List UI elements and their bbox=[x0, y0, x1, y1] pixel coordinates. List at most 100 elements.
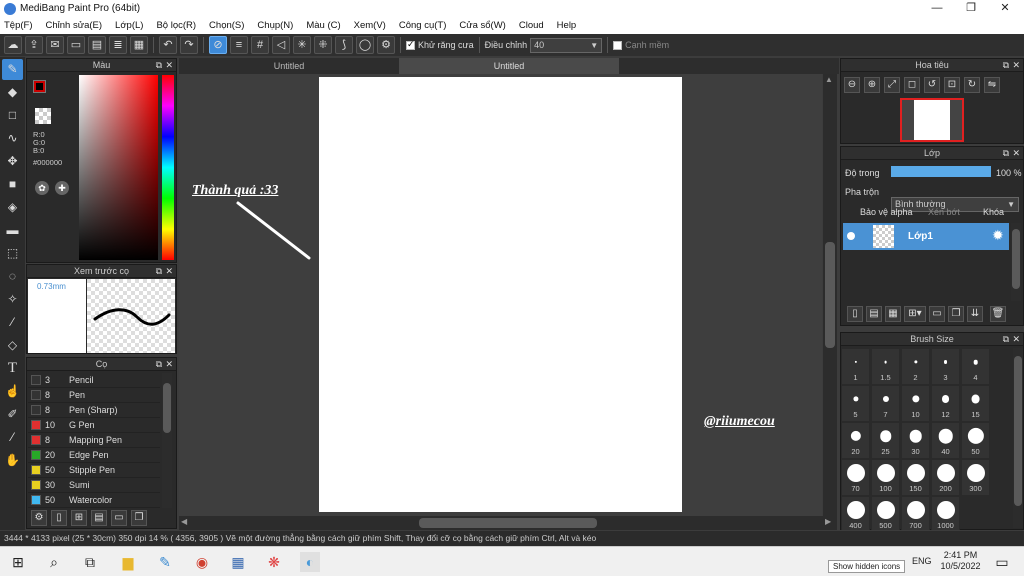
popout-icon[interactable]: ⧉ bbox=[1003, 147, 1009, 160]
navigator-thumbnail[interactable] bbox=[900, 98, 964, 142]
menu-color[interactable]: Màu (C) bbox=[306, 20, 340, 31]
rotate-left-icon[interactable]: ↺ bbox=[924, 77, 940, 93]
menu-filter[interactable]: Bộ lọc(R) bbox=[156, 20, 196, 31]
zoom-in-icon[interactable]: ⊕ bbox=[864, 77, 880, 93]
rectangle-tool-icon[interactable]: □ bbox=[2, 105, 23, 126]
brush-size-cell[interactable]: 30 bbox=[901, 422, 930, 459]
brush-list-item[interactable]: 8 Pen bbox=[28, 388, 160, 403]
popout-icon[interactable]: ⧉ bbox=[156, 358, 162, 371]
menu-edit[interactable]: Chỉnh sửa(E) bbox=[46, 20, 103, 31]
menu-cloud[interactable]: Cloud bbox=[519, 20, 544, 31]
folder-icon[interactable]: ▭ bbox=[111, 510, 127, 526]
select-tool-icon[interactable]: ⬚ bbox=[2, 243, 23, 264]
brush-list-item[interactable]: 50 Watercolor bbox=[28, 493, 160, 508]
document-icon[interactable]: ▤ bbox=[88, 36, 106, 54]
scroll-left-icon[interactable]: ◀ bbox=[181, 517, 187, 526]
eyedropper-tool-icon[interactable]: ⁄ bbox=[2, 427, 23, 448]
popout-icon[interactable]: ⧉ bbox=[1003, 59, 1009, 72]
clock[interactable]: 2:41 PM 10/5/2022 bbox=[938, 550, 983, 572]
brush-size-cell[interactable]: 1 bbox=[841, 348, 870, 385]
bucket-tool-icon[interactable]: ◈ bbox=[2, 197, 23, 218]
tab-untitled-1[interactable]: Untitled bbox=[179, 58, 399, 74]
scroll-right-icon[interactable]: ▶ bbox=[825, 517, 831, 526]
task-view-icon[interactable]: ⧉ bbox=[80, 552, 100, 572]
paint-app-icon[interactable]: ✎ bbox=[155, 552, 175, 572]
close-panel-icon[interactable]: ✕ bbox=[1012, 59, 1020, 72]
brush-tool-icon[interactable]: ✎ bbox=[2, 59, 23, 80]
palette-icon[interactable]: ✿ bbox=[35, 181, 49, 195]
copy-brush-icon[interactable]: ▤ bbox=[91, 510, 107, 526]
medibang-icon[interactable]: ◐ bbox=[300, 552, 320, 572]
message-icon[interactable]: ▭ bbox=[67, 36, 85, 54]
soft-edge-checkbox[interactable] bbox=[613, 40, 623, 50]
antialias-checkbox[interactable] bbox=[406, 39, 415, 50]
add-layer-menu-icon[interactable]: ⊞▾ bbox=[904, 306, 926, 322]
parallel-snap-icon[interactable]: ≡ bbox=[230, 36, 248, 54]
brush-list-item[interactable]: 50 Stipple Pen bbox=[28, 463, 160, 478]
circle-snap-icon[interactable]: ◯ bbox=[356, 36, 374, 54]
add-brush-icon[interactable]: ⊞ bbox=[71, 510, 87, 526]
brush-size-cell[interactable]: 7 bbox=[871, 385, 900, 422]
close-button[interactable]: ✕ bbox=[988, 0, 1022, 17]
cross-snap-icon[interactable]: # bbox=[251, 36, 269, 54]
new-layer-icon[interactable]: ▯ bbox=[847, 306, 863, 322]
brush-size-cell[interactable]: 25 bbox=[871, 422, 900, 459]
divide-tool-icon[interactable]: ✐ bbox=[2, 404, 23, 425]
vertical-scrollbar[interactable]: ▲ bbox=[823, 74, 837, 516]
layer-scrollbar[interactable] bbox=[1011, 223, 1021, 301]
saturation-value-picker[interactable] bbox=[79, 75, 158, 260]
gradient-tool-icon[interactable]: ▬ bbox=[2, 220, 23, 241]
minimize-button[interactable]: — bbox=[920, 0, 954, 17]
horizontal-scrollbar[interactable]: ◀ ▶ bbox=[179, 516, 837, 530]
cloud-icon[interactable]: ☁ bbox=[4, 36, 22, 54]
calculator-icon[interactable]: ▦ bbox=[228, 552, 248, 572]
snap-settings-icon[interactable]: ⚙ bbox=[377, 36, 395, 54]
select-pen-tool-icon[interactable]: ⁄ bbox=[2, 312, 23, 333]
brush-list-item[interactable]: 30 Sumi bbox=[28, 478, 160, 493]
brush-list-item[interactable]: 20 Edge Pen bbox=[28, 448, 160, 463]
list-icon[interactable]: ≣ bbox=[109, 36, 127, 54]
menu-select[interactable]: Chọn(S) bbox=[209, 20, 244, 31]
grid-icon[interactable]: ▦ bbox=[130, 36, 148, 54]
language-indicator[interactable]: ENG bbox=[912, 556, 932, 566]
popout-icon[interactable]: ⧉ bbox=[156, 59, 162, 72]
brush-list-item[interactable]: 3 Pencil bbox=[28, 373, 160, 388]
brush-size-cell[interactable]: 3 bbox=[931, 348, 960, 385]
visibility-eye-icon[interactable] bbox=[847, 232, 855, 240]
new-halftone-layer-icon[interactable]: ▤ bbox=[866, 306, 882, 322]
move-tool-icon[interactable]: ✥ bbox=[2, 151, 23, 172]
fill-shape-tool-icon[interactable]: ■ bbox=[2, 174, 23, 195]
upload-icon[interactable]: ⇪ bbox=[25, 36, 43, 54]
delete-layer-icon[interactable]: 🗑 bbox=[990, 306, 1006, 322]
menu-view[interactable]: Xem(V) bbox=[354, 20, 386, 31]
menu-layer[interactable]: Lớp(L) bbox=[115, 20, 143, 31]
popout-icon[interactable]: ⧉ bbox=[156, 265, 162, 278]
hand-tool-icon[interactable]: ✋ bbox=[2, 450, 23, 471]
file-explorer-icon[interactable]: ▆ bbox=[118, 552, 138, 572]
text-tool-icon[interactable]: T bbox=[2, 358, 23, 379]
brush-settings-icon[interactable]: ⚙ bbox=[31, 510, 47, 526]
brush-list-scrollbar[interactable] bbox=[162, 373, 172, 508]
brush-size-cell[interactable]: 70 bbox=[841, 459, 870, 496]
new-brush-icon[interactable]: ▯ bbox=[51, 510, 67, 526]
brush-size-scrollbar[interactable] bbox=[1013, 348, 1023, 528]
brush-size-cell[interactable]: 1000 bbox=[931, 496, 960, 530]
brush-size-cell[interactable]: 40 bbox=[931, 422, 960, 459]
brush-size-cell[interactable]: 150 bbox=[901, 459, 930, 496]
dot-tool-icon[interactable]: ∿ bbox=[2, 128, 23, 149]
brush-size-cell[interactable]: 4 bbox=[961, 348, 990, 385]
duplicate-icon[interactable]: ❐ bbox=[131, 510, 147, 526]
layer-folder-icon[interactable]: ▭ bbox=[929, 306, 945, 322]
brush-size-cell[interactable]: 500 bbox=[871, 496, 900, 530]
brush-size-cell[interactable]: 200 bbox=[931, 459, 960, 496]
brush-list-item[interactable]: 10 G Pen bbox=[28, 418, 160, 433]
brush-size-cell[interactable]: 2 bbox=[901, 348, 930, 385]
brush-size-cell[interactable]: 50 bbox=[961, 422, 990, 459]
transparent-swatch[interactable] bbox=[35, 108, 51, 124]
maximize-button[interactable]: ❐ bbox=[954, 0, 988, 17]
redo-icon[interactable]: ↷ bbox=[180, 36, 198, 54]
comment-icon[interactable]: ✉ bbox=[46, 36, 64, 54]
tab-untitled-2[interactable]: Untitled bbox=[399, 58, 619, 74]
reset-icon[interactable]: ⊡ bbox=[944, 77, 960, 93]
zoom-out-icon[interactable]: ⊖ bbox=[844, 77, 860, 93]
